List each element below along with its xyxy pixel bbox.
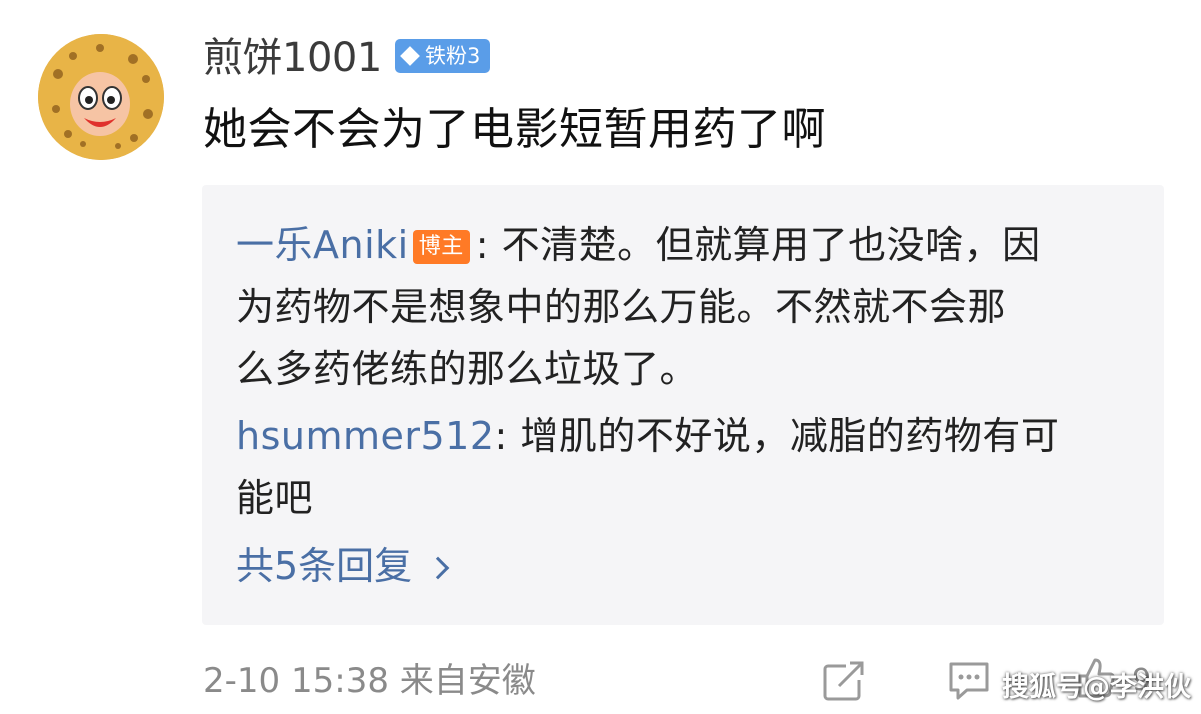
view-more-replies-link[interactable]: 共5条回复	[236, 537, 450, 595]
reply-text-line: 不清楚。但就算用了也没啥，因	[501, 223, 1041, 267]
reply-item[interactable]: hsummer512: 增肌的不好说，减脂的药物有可 能吧	[236, 405, 1136, 529]
more-replies-label: 共5条回复	[236, 544, 413, 588]
reply-item[interactable]: 一乐Aniki 博主: 不清楚。但就算用了也没啥，因 为药物不是想象中的那么万能。…	[236, 214, 1136, 400]
watermark: 搜狐号@李洪伙	[1002, 672, 1191, 703]
reply-separator: :	[475, 223, 502, 267]
diamond-icon	[400, 46, 420, 66]
avatar[interactable]	[38, 34, 164, 160]
timestamp: 2-10 15:38	[203, 661, 389, 701]
badge-label: 铁粉3	[425, 44, 481, 68]
fan-level-badge[interactable]: 铁粉3	[395, 39, 491, 73]
comment-icon[interactable]	[947, 660, 991, 702]
reply-text-line: 能吧	[236, 476, 314, 520]
share-icon[interactable]	[822, 660, 866, 702]
reply-text-line: 增肌的不好说，减脂的药物有可	[520, 414, 1060, 458]
reply-text-line: 么多药佬练的那么垃圾了。	[236, 347, 699, 391]
reply-author[interactable]: hsummer512	[236, 414, 495, 458]
username[interactable]: 煎饼1001	[203, 34, 382, 82]
host-tag: 博主	[412, 230, 470, 264]
reply-author[interactable]: 一乐Aniki	[236, 223, 409, 267]
reply-text-line: 为药物不是想象中的那么万能。不然就不会那	[236, 285, 1007, 329]
reply-separator: :	[494, 414, 521, 458]
comment-meta: 2-10 15:38 来自安徽	[203, 656, 536, 706]
comment-text: 她会不会为了电影短暂用药了啊	[203, 104, 826, 155]
location: 来自安徽	[399, 661, 536, 701]
chevron-right-icon	[426, 556, 450, 580]
